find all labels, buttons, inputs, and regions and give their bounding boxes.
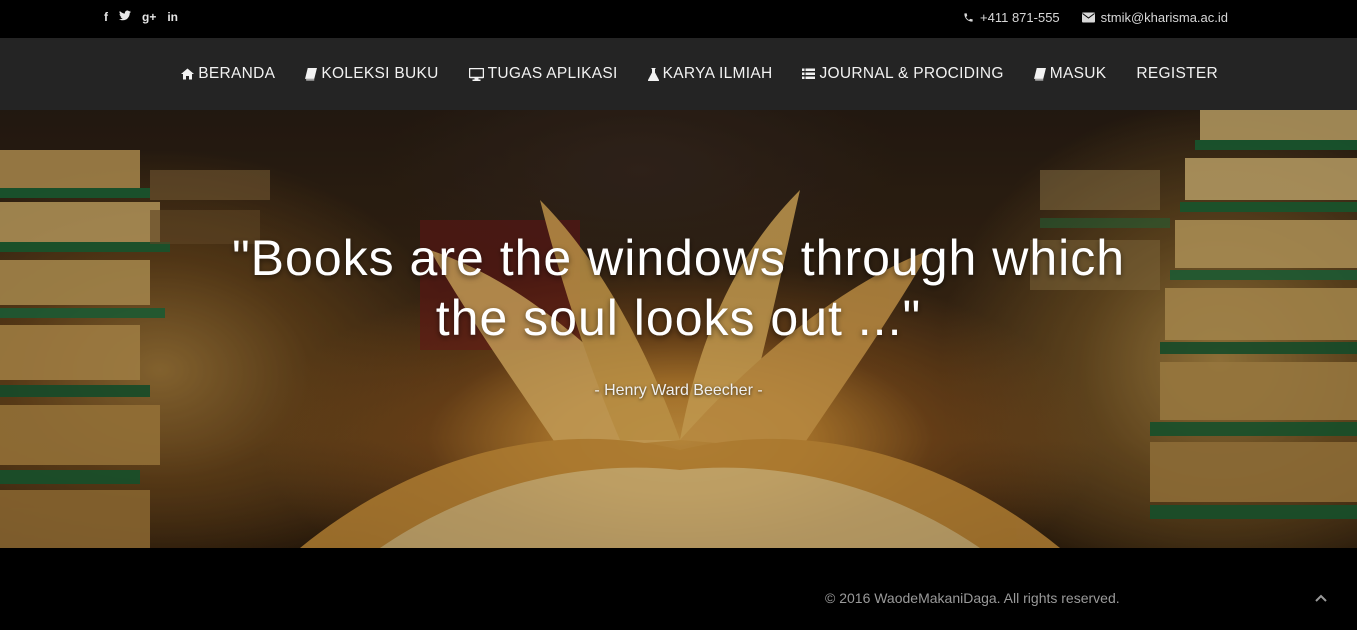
envelope-icon bbox=[1081, 12, 1095, 23]
nav-item-koleksi-buku[interactable]: KOLEKSI BUKU bbox=[290, 65, 453, 83]
facebook-icon[interactable]: f bbox=[104, 9, 108, 25]
phone-icon bbox=[963, 12, 974, 23]
nav-label: BERANDA bbox=[198, 65, 276, 82]
linkedin-icon[interactable]: in bbox=[167, 9, 178, 25]
quote-line-1: "Books are the windows through which bbox=[231, 230, 1126, 286]
nav-item-register[interactable]: REGISTER bbox=[1121, 65, 1233, 83]
list-icon bbox=[802, 68, 816, 80]
contact-info: +411 871-555 stmik@kharisma.ac.id bbox=[963, 10, 1228, 25]
nav-label: KOLEKSI BUKU bbox=[321, 65, 439, 82]
nav-item-masuk[interactable]: MASUK bbox=[1019, 65, 1122, 83]
nav-item-beranda[interactable]: BERANDA bbox=[166, 65, 290, 83]
hero-banner: "Books are the windows through which the… bbox=[0, 110, 1357, 548]
nav-label: REGISTER bbox=[1136, 65, 1218, 82]
email-contact[interactable]: stmik@kharisma.ac.id bbox=[1081, 10, 1228, 25]
chevron-up-icon[interactable] bbox=[1313, 590, 1329, 606]
footer: © 2016 WaodeMakaniDaga. All rights reser… bbox=[0, 548, 1357, 630]
nav-label: KARYA ILMIAH bbox=[662, 65, 773, 82]
book-icon bbox=[1033, 67, 1046, 81]
quote-author: - Henry Ward Beecher - bbox=[594, 382, 763, 399]
main-navbar: BERANDA KOLEKSI BUKU TUGAS APLIKASI KARY… bbox=[0, 38, 1357, 110]
hero-quote: "Books are the windows through which the… bbox=[0, 228, 1357, 348]
social-links: f g+ in bbox=[104, 9, 178, 25]
quote-line-2: the soul looks out ..." bbox=[435, 290, 922, 346]
nav-item-karya-ilmiah[interactable]: KARYA ILMIAH bbox=[633, 65, 788, 83]
nav-label: TUGAS APLIKASI bbox=[487, 65, 618, 82]
flask-icon bbox=[647, 67, 659, 81]
email-address[interactable]: stmik@kharisma.ac.id bbox=[1101, 10, 1228, 25]
phone-number: +411 871-555 bbox=[980, 10, 1060, 25]
google-plus-icon[interactable]: g+ bbox=[142, 9, 156, 25]
twitter-icon[interactable] bbox=[119, 9, 131, 25]
nav-label: JOURNAL & PROCIDING bbox=[819, 65, 1004, 82]
desktop-icon bbox=[468, 67, 484, 81]
top-bar: f g+ in +411 871-555 stmik@kharisma.ac.i… bbox=[0, 0, 1357, 38]
phone-contact: +411 871-555 bbox=[963, 10, 1060, 25]
nav-item-journal-prociding[interactable]: JOURNAL & PROCIDING bbox=[787, 65, 1018, 83]
copyright-text: © 2016 WaodeMakaniDaga. All rights reser… bbox=[825, 590, 1120, 606]
home-icon bbox=[181, 68, 195, 80]
main-nav: BERANDA KOLEKSI BUKU TUGAS APLIKASI KARY… bbox=[166, 38, 1233, 110]
book-icon bbox=[305, 67, 318, 81]
nav-item-tugas-aplikasi[interactable]: TUGAS APLIKASI bbox=[454, 65, 633, 83]
nav-label: MASUK bbox=[1049, 65, 1107, 82]
